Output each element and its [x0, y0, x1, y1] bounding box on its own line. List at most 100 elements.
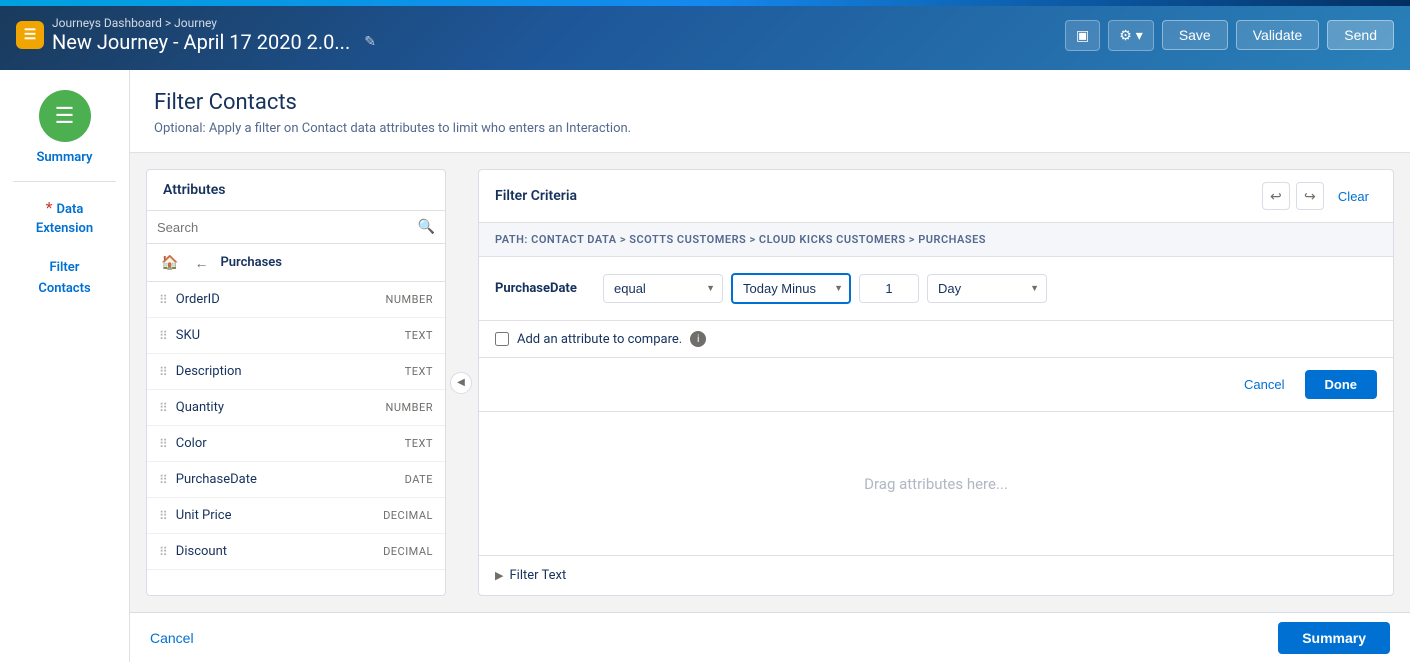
sidebar: ☰ Summary * Data Extension Filter Contac…	[0, 70, 130, 662]
data-extension-label: Data Extension	[36, 202, 93, 236]
redo-button[interactable]: ↪	[1296, 182, 1324, 210]
attribute-type: TEXT	[405, 365, 433, 378]
breadcrumb: Journeys Dashboard > Journey	[52, 16, 376, 30]
topbar-title-group: Journeys Dashboard > Journey New Journey…	[52, 16, 376, 54]
attribute-type: TEXT	[405, 437, 433, 450]
drag-handle: ⠿	[159, 473, 168, 487]
period-select[interactable]: DayWeekMonth	[927, 274, 1047, 303]
filter-cancel-button[interactable]: Cancel	[1232, 371, 1296, 398]
search-icon: 🔍	[418, 219, 435, 235]
main-layout: ☰ Summary * Data Extension Filter Contac…	[0, 70, 1410, 662]
filter-path: PATH: CONTACT DATA > SCOTTS CUSTOMERS > …	[479, 223, 1393, 257]
panel-icon: ▣	[1076, 27, 1089, 44]
filter-contacts-title: Filter Contacts	[154, 90, 1386, 115]
content-area: Filter Contacts Optional: Apply a filter…	[130, 70, 1410, 662]
save-button[interactable]: Save	[1162, 20, 1228, 50]
attribute-name: Description	[176, 364, 397, 379]
clear-button[interactable]: Clear	[1330, 185, 1377, 208]
search-box: 🔍	[147, 211, 445, 244]
attribute-list-item[interactable]: ⠿ Unit Price DECIMAL	[147, 498, 445, 534]
add-attr-checkbox[interactable]	[495, 332, 509, 346]
filter-row-actions: Cancel Done	[479, 358, 1393, 412]
attributes-nav-row: 🏠 ← Purchases	[147, 244, 445, 282]
edit-title-icon[interactable]: ✎	[364, 34, 376, 50]
logo-icon: ☰	[24, 27, 37, 43]
sidebar-divider-1	[13, 181, 116, 182]
send-button[interactable]: Send	[1327, 20, 1394, 50]
attribute-name: PurchaseDate	[176, 472, 397, 487]
validate-button[interactable]: Validate	[1236, 20, 1320, 50]
attribute-list-item[interactable]: ⠿ Discount DECIMAL	[147, 534, 445, 570]
attribute-list-item[interactable]: ⠿ OrderID NUMBER	[147, 282, 445, 318]
filter-done-button[interactable]: Done	[1305, 370, 1378, 399]
period-select-wrapper: DayWeekMonth	[927, 274, 1047, 303]
attribute-name: SKU	[176, 328, 397, 343]
required-asterisk: *	[46, 198, 57, 217]
criteria-title: Filter Criteria	[495, 188, 577, 204]
filter-contacts-label: Filter Contacts	[38, 260, 90, 296]
add-attr-label: Add an attribute to compare.	[517, 332, 682, 347]
attribute-list-item[interactable]: ⠿ Description TEXT	[147, 354, 445, 390]
attribute-type: NUMBER	[386, 293, 433, 306]
sidebar-item-data-extension[interactable]: * Data Extension	[36, 198, 93, 236]
attribute-list-item[interactable]: ⠿ Quantity NUMBER	[147, 390, 445, 426]
drag-handle: ⠿	[159, 365, 168, 379]
filter-contacts-header: Filter Contacts Optional: Apply a filter…	[130, 70, 1410, 153]
operator-select[interactable]: equalnot equalless thangreater than	[603, 274, 723, 303]
value-type-select[interactable]: Today MinusToday PlusTodaySpecific Date	[731, 273, 851, 304]
top-wave-decoration	[0, 0, 1410, 6]
attribute-name: Quantity	[176, 400, 378, 415]
app-logo: ☰	[16, 21, 44, 49]
attributes-header: Attributes	[147, 170, 445, 211]
filter-condition-row: PurchaseDate equalnot equalless thangrea…	[479, 257, 1393, 321]
attribute-name: OrderID	[176, 292, 378, 307]
attribute-type: DECIMAL	[383, 545, 433, 558]
settings-button[interactable]: ⚙ ▾	[1108, 20, 1154, 51]
summary-icon: ☰	[39, 90, 91, 142]
info-icon[interactable]: i	[690, 331, 706, 347]
value-type-select-wrapper: Today MinusToday PlusTodaySpecific Date	[731, 273, 851, 304]
drag-handle: ⠿	[159, 401, 168, 415]
attribute-list-item[interactable]: ⠿ SKU TEXT	[147, 318, 445, 354]
footer-cancel-button[interactable]: Cancel	[150, 630, 194, 646]
page-title: New Journey - April 17 2020 2.0...	[52, 30, 350, 54]
panel-toggle-button[interactable]: ▣	[1065, 20, 1100, 51]
nav-home-button[interactable]: 🏠	[157, 252, 182, 273]
attributes-list: ⠿ OrderID NUMBER ⠿ SKU TEXT ⠿ Descriptio…	[147, 282, 445, 595]
drag-handle: ⠿	[159, 545, 168, 559]
collapse-panel-button[interactable]: ◀	[450, 372, 472, 394]
search-input[interactable]	[157, 220, 412, 235]
attribute-name: Discount	[176, 544, 375, 559]
drag-drop-area: Drag attributes here...	[479, 412, 1393, 555]
attribute-list-item[interactable]: ⠿ PurchaseDate DATE	[147, 462, 445, 498]
topbar-actions: ▣ ⚙ ▾ Save Validate Send	[1065, 20, 1394, 51]
nav-back-button[interactable]: ←	[190, 253, 212, 273]
attribute-name: Unit Price	[176, 508, 375, 523]
attribute-list-item[interactable]: ⠿ Color TEXT	[147, 426, 445, 462]
criteria-header-actions: ↩ ↪ Clear	[1262, 182, 1377, 210]
topbar: ☰ Journeys Dashboard > Journey New Journ…	[0, 0, 1410, 70]
attributes-panel: Attributes 🔍 🏠 ← Purchases ⠿ OrderID NUM…	[146, 169, 446, 596]
footer-summary-button[interactable]: Summary	[1278, 622, 1390, 654]
filter-text-expandable[interactable]: ▶ Filter Text	[479, 555, 1393, 595]
undo-button[interactable]: ↩	[1262, 182, 1290, 210]
drag-handle: ⠿	[159, 509, 168, 523]
drag-handle: ⠿	[159, 437, 168, 451]
filter-criteria-panel: Filter Criteria ↩ ↪ Clear PATH: CONTACT …	[478, 169, 1394, 596]
filter-contacts-description: Optional: Apply a filter on Contact data…	[154, 121, 1386, 136]
attribute-type: DECIMAL	[383, 509, 433, 522]
settings-chevron: ▾	[1136, 27, 1143, 44]
operator-select-wrapper: equalnot equalless thangreater than	[603, 274, 723, 303]
sidebar-item-summary[interactable]: Summary	[36, 150, 92, 165]
number-value-input[interactable]	[859, 274, 919, 303]
sidebar-item-filter-contacts[interactable]: Filter Contacts	[38, 256, 90, 298]
panel-area: Attributes 🔍 🏠 ← Purchases ⠿ OrderID NUM…	[130, 153, 1410, 612]
filter-text-chevron: ▶	[495, 569, 503, 582]
attribute-name: Color	[176, 436, 397, 451]
topbar-brand: ☰ Journeys Dashboard > Journey New Journ…	[16, 16, 1065, 54]
criteria-header: Filter Criteria ↩ ↪ Clear	[479, 170, 1393, 223]
attribute-type: NUMBER	[386, 401, 433, 414]
footer: Cancel Summary	[130, 612, 1410, 662]
drag-handle: ⠿	[159, 293, 168, 307]
attribute-type: TEXT	[405, 329, 433, 342]
